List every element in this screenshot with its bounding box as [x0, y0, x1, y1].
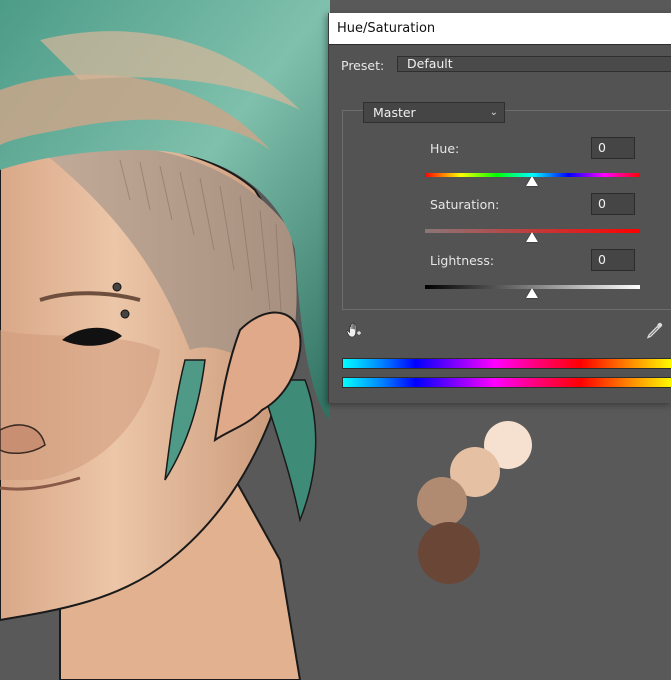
lightness-slider-thumb[interactable] — [526, 288, 538, 298]
hue-value-input[interactable]: 0 — [591, 137, 635, 159]
hue-slider-thumb[interactable] — [526, 176, 538, 186]
output-color-bar — [342, 377, 671, 388]
chevron-down-icon: ⌄ — [489, 107, 498, 118]
swatch-3 — [417, 477, 467, 527]
input-color-bar — [342, 358, 671, 369]
hue-saturation-dialog: Hue/Saturation Preset: Default Master ⌄ … — [328, 13, 671, 403]
saturation-slider-thumb[interactable] — [526, 232, 538, 242]
hue-label: Hue: — [430, 141, 460, 156]
saturation-value-input[interactable]: 0 — [591, 193, 635, 215]
preset-dropdown[interactable]: Default — [397, 56, 671, 72]
eyedropper-icon[interactable] — [646, 321, 664, 339]
lightness-label: Lightness: — [430, 253, 495, 268]
saturation-label: Saturation: — [430, 197, 500, 212]
dialog-title[interactable]: Hue/Saturation — [329, 13, 671, 45]
channel-dropdown[interactable]: Master ⌄ — [363, 102, 505, 123]
preset-label: Preset: — [341, 58, 385, 73]
preset-row: Preset: Default — [329, 53, 671, 77]
lightness-value-input[interactable]: 0 — [591, 249, 635, 271]
channel-value: Master — [373, 105, 416, 120]
swatch-4 — [418, 522, 480, 584]
hand-icon[interactable] — [345, 321, 363, 339]
